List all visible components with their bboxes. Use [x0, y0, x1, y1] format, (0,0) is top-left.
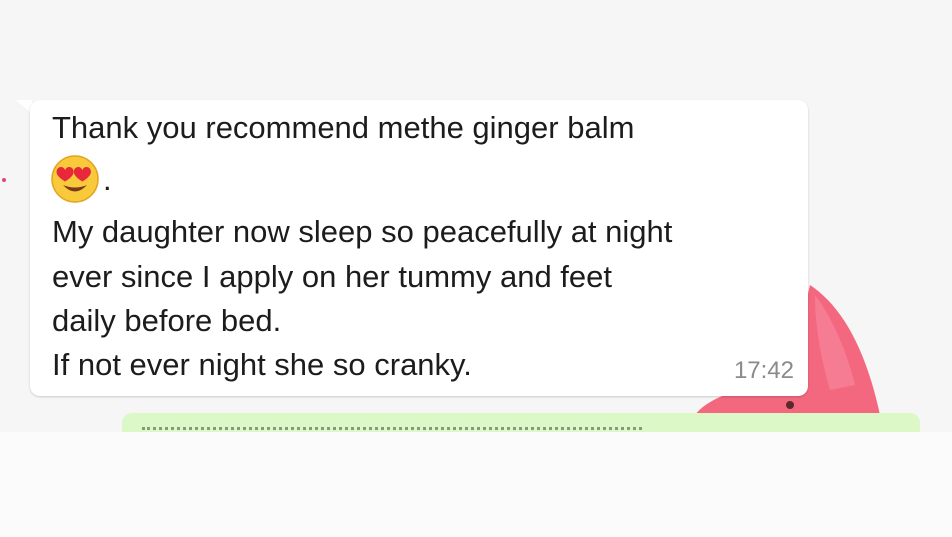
message-line-5: If not ever night she so cranky. — [52, 347, 472, 382]
heart-eyes-emoji-icon — [51, 155, 99, 203]
message-line-4: daily before bed. — [52, 303, 282, 338]
chat-bottom-area — [0, 432, 952, 537]
message-line-2: My daughter now sleep so peacefully at n… — [52, 214, 673, 249]
message-timestamp: 17:42 — [733, 357, 794, 384]
emoji-trailing-period: . — [103, 162, 112, 197]
message-line-1: Thank you recommend methe ginger balm — [52, 110, 635, 145]
left-edge-mark — [2, 178, 6, 182]
message-line-3: ever since I apply on her tummy and feet — [52, 259, 613, 294]
